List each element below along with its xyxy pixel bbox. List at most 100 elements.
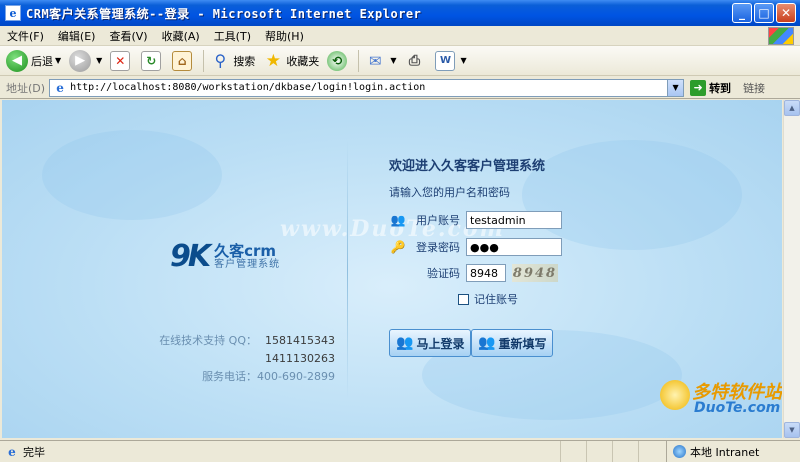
- refresh-button[interactable]: ↻: [141, 50, 164, 71]
- browser-window: e CRM客户关系管理系统--登录 - Microsoft Internet E…: [0, 0, 800, 462]
- search-label: 搜索: [233, 54, 256, 68]
- windows-logo-icon: [768, 27, 794, 45]
- logo-text: 久客crm 客户管理系统: [214, 244, 280, 272]
- watermark-domain: DuoTe.com: [694, 400, 781, 416]
- home-icon: ⌂: [172, 50, 193, 71]
- chevron-down-icon[interactable]: ▼: [390, 56, 396, 65]
- stop-icon: ✕: [110, 50, 131, 71]
- scroll-up-icon[interactable]: ▲: [784, 100, 800, 116]
- captcha-image[interactable]: 8948: [512, 264, 558, 282]
- refresh-icon: ↻: [141, 50, 162, 71]
- menu-edit[interactable]: 编辑(E): [51, 28, 103, 44]
- reset-button[interactable]: 👥 重新填写: [471, 329, 554, 357]
- search-button[interactable]: ⚲ 搜索: [210, 51, 255, 71]
- qq-number-1: 1581415343: [265, 334, 335, 347]
- home-button[interactable]: ⌂: [172, 50, 195, 71]
- minimize-button[interactable]: _: [732, 3, 752, 23]
- stop-button[interactable]: ✕: [110, 50, 133, 71]
- go-label: 转到: [709, 81, 732, 95]
- menu-help[interactable]: 帮助(H): [258, 28, 311, 44]
- mail-icon: ✉: [369, 51, 382, 70]
- watermark-emblem-icon: [660, 380, 690, 410]
- address-input[interactable]: e http://localhost:8080/workstation/dkba…: [49, 78, 685, 97]
- page-content: www.DuoTe.com 9K 久客crm 客户管理系统 在线技术支持 QQ：…: [2, 100, 782, 438]
- logo-subtitle: 客户管理系统: [214, 259, 281, 270]
- password-input[interactable]: [466, 238, 562, 256]
- map-decoration: [522, 140, 742, 250]
- star-icon: ★: [265, 50, 281, 71]
- menu-view[interactable]: 查看(V): [102, 28, 154, 44]
- welcome-title: 欢迎进入久客客户管理系统: [389, 159, 546, 174]
- login-hint: 请输入您的用户名和密码: [389, 186, 510, 199]
- back-arrow-icon: ◀: [6, 49, 28, 72]
- watermark-logo: 多特软件站 DuoTe.com: [660, 376, 782, 436]
- mail-button[interactable]: ✉ ▼: [365, 51, 396, 71]
- vertical-scrollbar[interactable]: ▲ ▼: [783, 100, 800, 438]
- users-icon: 👥: [396, 335, 414, 351]
- history-icon: ⟲: [327, 50, 348, 71]
- page-icon: e: [56, 80, 64, 95]
- captcha-row: 验证码 8948: [390, 264, 558, 282]
- printer-icon: ⎙: [408, 52, 421, 69]
- window-controls: _ □ ✕: [732, 3, 796, 23]
- back-label: 后退: [31, 54, 53, 68]
- chevron-down-icon[interactable]: ▼: [667, 79, 684, 96]
- username-input[interactable]: [466, 211, 562, 229]
- forward-button[interactable]: ▶ ▼: [69, 49, 102, 72]
- globe-icon: [673, 445, 686, 458]
- key-icon: 🔑: [390, 240, 406, 254]
- go-button[interactable]: ➜ 转到: [690, 79, 732, 96]
- security-zone: 本地 Intranet: [666, 441, 759, 462]
- menu-file[interactable]: 文件(F): [0, 28, 51, 44]
- app-logo: 9K 久客crm 客户管理系统: [170, 242, 280, 272]
- chevron-down-icon[interactable]: ▼: [460, 56, 466, 65]
- password-row: 🔑 登录密码: [390, 238, 562, 256]
- password-label: 登录密码: [416, 241, 460, 254]
- logo-brand: 久客crm: [214, 242, 277, 260]
- map-decoration: [42, 130, 222, 220]
- history-button[interactable]: ⟲: [327, 50, 350, 71]
- users-icon: 👥: [478, 335, 496, 351]
- menu-bar: 文件(F) 编辑(E) 查看(V) 收藏(A) 工具(T) 帮助(H): [0, 26, 800, 46]
- favorites-button[interactable]: ★ 收藏夹: [263, 50, 320, 71]
- address-bar: 地址(D) e http://localhost:8080/workstatio…: [0, 77, 800, 99]
- back-button[interactable]: ◀ 后退 ▼: [6, 49, 61, 72]
- toolbar-separator: [358, 49, 360, 72]
- address-url[interactable]: http://localhost:8080/workstation/dkbase…: [70, 82, 425, 93]
- reset-button-label: 重新填写: [498, 336, 547, 351]
- remember-label: 记住账号: [474, 293, 518, 306]
- login-button[interactable]: 👥 马上登录: [389, 329, 472, 357]
- close-button[interactable]: ✕: [776, 3, 796, 23]
- logo-mark: 9K: [170, 239, 211, 274]
- qq-number-2: 1411130263: [265, 352, 335, 365]
- maximize-button[interactable]: □: [754, 3, 774, 23]
- status-text: 完毕: [23, 445, 45, 459]
- chevron-down-icon[interactable]: ▼: [55, 56, 61, 65]
- toolbar: ◀ 后退 ▼ ▶ ▼ ✕ ↻ ⌂ ⚲ 搜索 ★ 收藏夹 ⟲ ✉ ▼ ⎙ W ▼: [0, 46, 800, 76]
- captcha-label: 验证码: [427, 267, 460, 280]
- support-info: 在线技术支持 QQ： 1581415343 1411130263 服务电话：400…: [159, 332, 335, 386]
- menu-tools[interactable]: 工具(T): [207, 28, 258, 44]
- edit-button[interactable]: W ▼: [435, 50, 467, 71]
- search-icon: ⚲: [214, 51, 227, 70]
- print-button[interactable]: ⎙: [404, 51, 427, 71]
- status-cells: [560, 441, 664, 462]
- ie-icon: e: [5, 5, 21, 21]
- links-button[interactable]: 链接: [743, 80, 765, 96]
- chevron-down-icon[interactable]: ▼: [96, 56, 102, 65]
- captcha-input[interactable]: [466, 264, 506, 282]
- remember-checkbox[interactable]: 记住账号: [458, 291, 518, 307]
- scroll-down-icon[interactable]: ▼: [784, 422, 800, 438]
- users-icon: 👥: [390, 213, 406, 227]
- checkbox-box[interactable]: [458, 293, 469, 305]
- username-label: 用户账号: [416, 214, 460, 227]
- menu-favorites[interactable]: 收藏(A): [155, 28, 207, 44]
- login-button-label: 马上登录: [416, 336, 465, 351]
- username-row: 👥 用户账号: [390, 211, 562, 229]
- status-bar: e 完毕 本地 Intranet: [0, 440, 800, 462]
- title-bar[interactable]: e CRM客户关系管理系统--登录 - Microsoft Internet E…: [0, 0, 800, 26]
- service-phone: 服务电话：400-690-2899: [202, 370, 335, 383]
- edit-icon: W: [435, 50, 456, 71]
- page-done-icon: e: [8, 444, 16, 459]
